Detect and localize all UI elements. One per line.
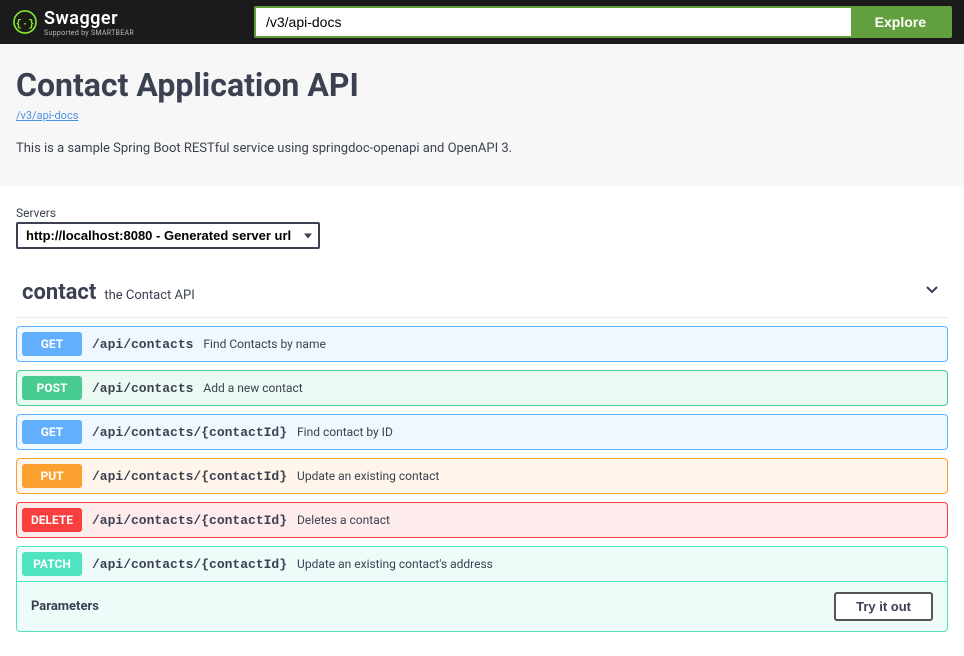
api-description: This is a sample Spring Boot RESTful ser…	[16, 141, 948, 156]
operation-path: /api/contacts/{contactId}	[92, 513, 287, 528]
brand-block[interactable]: {·} Swagger Supported by SMARTBEAR	[12, 8, 134, 37]
operation-row: GET/api/contacts Find Contacts by name	[16, 326, 948, 362]
chevron-down-icon	[922, 279, 942, 299]
operation-summary: Deletes a contact	[297, 513, 390, 527]
operation-row: PUT/api/contacts/{contactId} Update an ex…	[16, 458, 948, 494]
operation-summary: Update an existing contact	[297, 469, 439, 483]
operation-summary: Update an existing contact's address	[297, 557, 493, 571]
operations-list: GET/api/contacts Find Contacts by name POS…	[16, 318, 948, 632]
operation-path: /api/contacts/{contactId}	[92, 425, 287, 440]
tags-container: contact the Contact API GET/api/contacts…	[0, 259, 964, 656]
operation-header[interactable]: DELETE/api/contacts/{contactId} Deletes a…	[17, 503, 947, 537]
method-badge: POST	[22, 376, 82, 400]
method-badge: PATCH	[22, 552, 82, 576]
spec-url-input[interactable]	[256, 8, 851, 36]
topbar: {·} Swagger Supported by SMARTBEAR Explo…	[0, 0, 964, 44]
operation-path: /api/contacts	[92, 337, 193, 352]
operation-path: /api/contacts/{contactId}	[92, 469, 287, 484]
info-section: Contact Application API /v3/api-docs Thi…	[0, 44, 964, 186]
server-select[interactable]: http://localhost:8080 - Generated server…	[16, 222, 320, 249]
try-it-out-button[interactable]: Try it out	[834, 592, 933, 621]
operation-header[interactable]: POST/api/contacts Add a new contact	[17, 371, 947, 405]
method-badge: GET	[22, 420, 82, 444]
tag-header-contact[interactable]: contact the Contact API	[16, 267, 948, 318]
operation-path: /api/contacts	[92, 381, 193, 396]
explore-button[interactable]: Explore	[851, 8, 950, 36]
spec-link[interactable]: /v3/api-docs	[16, 109, 78, 122]
svg-text:{·}: {·}	[16, 19, 35, 31]
method-badge: DELETE	[22, 508, 82, 532]
operation-summary: Find Contacts by name	[203, 337, 325, 351]
operation-header[interactable]: GET/api/contacts/{contactId} Find contact…	[17, 415, 947, 449]
servers-label: Servers	[16, 206, 948, 220]
operation-summary: Add a new contact	[203, 381, 302, 395]
operation-header[interactable]: GET/api/contacts Find Contacts by name	[17, 327, 947, 361]
api-title: Contact Application API	[16, 66, 948, 104]
swagger-logo-icon: {·}	[12, 9, 38, 35]
operation-header[interactable]: PATCH/api/contacts/{contactId} Update an …	[17, 547, 947, 581]
method-badge: PUT	[22, 464, 82, 488]
tag-description: the Contact API	[104, 288, 194, 303]
parameters-heading: Parameters	[31, 599, 99, 614]
operation-row: PATCH/api/contacts/{contactId} Update an …	[16, 546, 948, 632]
spec-url-form: Explore	[254, 6, 952, 38]
operation-row: DELETE/api/contacts/{contactId} Deletes a…	[16, 502, 948, 538]
operation-row: GET/api/contacts/{contactId} Find contact…	[16, 414, 948, 450]
method-badge: GET	[22, 332, 82, 356]
operation-header[interactable]: PUT/api/contacts/{contactId} Update an ex…	[17, 459, 947, 493]
operation-body: Parameters Try it out	[17, 581, 947, 631]
brand-name: Swagger	[44, 8, 118, 29]
servers-section: Servers http://localhost:8080 - Generate…	[0, 186, 964, 259]
operation-row: POST/api/contacts Add a new contact	[16, 370, 948, 406]
tag-name: contact	[22, 280, 96, 305]
brand-subtext: Supported by SMARTBEAR	[44, 29, 134, 37]
operation-summary: Find contact by ID	[297, 425, 393, 439]
operation-path: /api/contacts/{contactId}	[92, 557, 287, 572]
